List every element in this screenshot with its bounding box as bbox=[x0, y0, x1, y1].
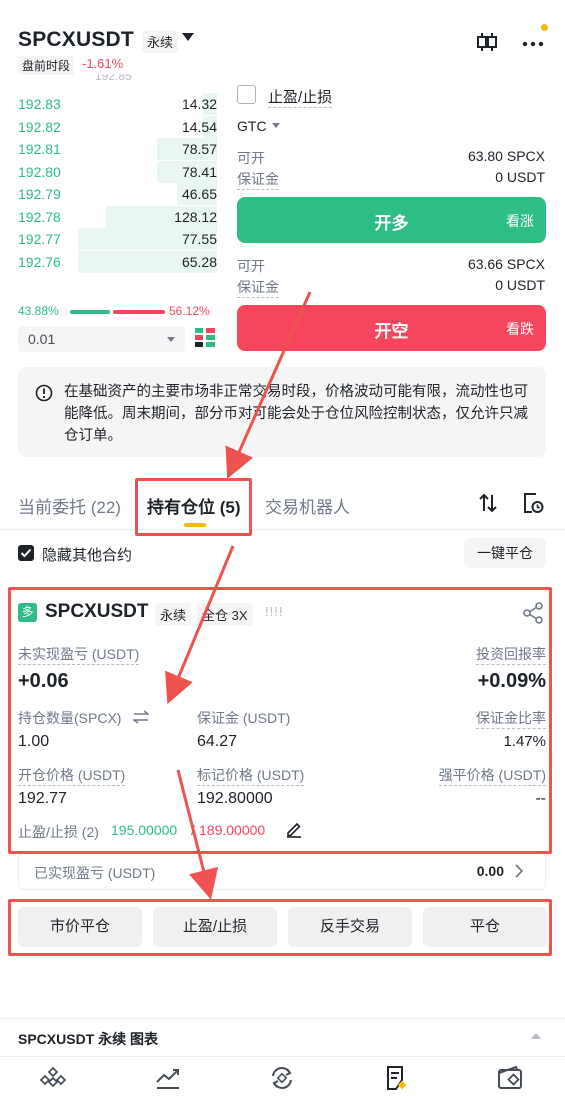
divider bbox=[0, 1056, 565, 1057]
more-options-icon[interactable] bbox=[521, 32, 545, 52]
orderbook-price: 192.77 bbox=[18, 231, 61, 247]
short-margin-label: 保证金 bbox=[237, 277, 279, 298]
chevron-right-icon bbox=[515, 864, 524, 878]
open-long-button[interactable]: 开多 看涨 bbox=[237, 197, 546, 243]
orderbook-price: 192.83 bbox=[18, 96, 61, 112]
orderbook-quantity: 65.28 bbox=[181, 253, 217, 270]
annotation-box-action-buttons bbox=[8, 899, 552, 956]
trade-icon[interactable] bbox=[268, 1064, 296, 1092]
close-all-button[interactable]: 一键平仓 bbox=[464, 538, 546, 568]
long-margin-value: 0 USDT bbox=[495, 169, 545, 185]
chevron-down-icon bbox=[272, 123, 280, 128]
tab-open-orders[interactable]: 当前委托 (22) bbox=[18, 493, 121, 518]
candlestick-chart-icon[interactable] bbox=[476, 32, 498, 52]
orderbook-quantity: 14.54 bbox=[181, 118, 217, 135]
tpsl-label: 止盈/止损 bbox=[268, 86, 333, 108]
orderbook-price: 192.82 bbox=[18, 118, 61, 135]
symbol-title[interactable]: SPCXUSDT bbox=[18, 28, 134, 52]
hide-other-contracts-label: 隐藏其他合约 bbox=[42, 547, 133, 564]
session-badge: 盘前时段 bbox=[18, 56, 75, 75]
buy-ratio: 43.88% bbox=[18, 304, 59, 318]
open-long-label: 开多 bbox=[374, 214, 409, 233]
contract-type-badge: 永续 bbox=[142, 30, 179, 53]
sort-icon[interactable] bbox=[477, 492, 499, 514]
orderbook-quantity: 77.55 bbox=[181, 231, 217, 247]
orderbook-layout-icon[interactable] bbox=[194, 327, 216, 349]
hide-other-contracts-checkbox[interactable] bbox=[18, 545, 34, 561]
info-icon bbox=[35, 384, 53, 402]
open-short-label: 开空 bbox=[374, 322, 409, 341]
tpsl-checkbox[interactable] bbox=[237, 85, 256, 104]
orderbook-row[interactable]: 192.76 65.28 bbox=[18, 249, 217, 275]
open-short-button[interactable]: 开空 看跌 bbox=[237, 305, 546, 351]
time-in-force-select[interactable]: GTC bbox=[237, 118, 267, 134]
tab-trading-bots[interactable]: 交易机器人 bbox=[265, 493, 350, 518]
chevron-up-icon[interactable] bbox=[531, 1033, 541, 1039]
short-margin-value: 0 USDT bbox=[495, 277, 545, 293]
orderbook-cut-price: 192.85 bbox=[95, 74, 132, 83]
chart-toggle-label[interactable]: SPCXUSDT 永续 图表 bbox=[18, 1029, 158, 1049]
realized-pnl-value: 0.00 bbox=[476, 863, 504, 879]
sell-ratio: 56.12% bbox=[169, 304, 210, 318]
notification-dot bbox=[541, 24, 548, 31]
markets-icon[interactable] bbox=[154, 1064, 182, 1092]
orderbook-quantity: 78.41 bbox=[181, 163, 217, 180]
orderbook-quantity: 78.57 bbox=[181, 141, 217, 157]
home-icon[interactable] bbox=[39, 1064, 67, 1092]
orderbook-price: 192.81 bbox=[18, 141, 61, 157]
order-history-icon[interactable] bbox=[522, 492, 544, 514]
futures-icon[interactable] bbox=[382, 1064, 410, 1092]
orderbook-price: 192.76 bbox=[18, 253, 61, 270]
orderbook-price: 192.78 bbox=[18, 208, 61, 225]
orderbook-price: 192.79 bbox=[18, 186, 61, 202]
annotation-box-position-card bbox=[8, 587, 552, 854]
bullish-label: 看涨 bbox=[506, 213, 534, 229]
long-available-label: 可开 bbox=[237, 150, 265, 166]
symbol-dropdown-icon[interactable] bbox=[182, 33, 194, 41]
long-margin-label: 保证金 bbox=[237, 169, 279, 190]
chevron-down-icon bbox=[167, 337, 175, 342]
orderbook-quantity: 46.65 bbox=[181, 186, 217, 202]
price-change: -1.61% bbox=[82, 56, 124, 71]
buy-ratio-bar bbox=[70, 310, 110, 314]
orderbook-price: 192.80 bbox=[18, 163, 61, 180]
short-available-label: 可开 bbox=[237, 258, 265, 274]
annotation-box-positions-tab bbox=[135, 478, 252, 536]
orderbook-quantity: 14.32 bbox=[181, 96, 217, 112]
sell-ratio-bar bbox=[113, 310, 165, 314]
precision-value: 0.01 bbox=[28, 331, 56, 347]
bearish-label: 看跌 bbox=[506, 321, 534, 337]
wallet-icon[interactable] bbox=[496, 1064, 524, 1092]
short-available-value: 63.66 SPCX bbox=[467, 256, 545, 272]
divider bbox=[0, 529, 565, 530]
realized-pnl-label: 已实现盈亏 (USDT) bbox=[34, 865, 156, 881]
divider bbox=[0, 1018, 565, 1019]
notice-text: 在基础资产的主要市场非正常交易时段，价格波动可能有限，流动性也可能降低。周末期间… bbox=[64, 384, 528, 444]
long-available-value: 63.80 SPCX bbox=[467, 148, 545, 164]
orderbook-quantity: 128.12 bbox=[174, 208, 217, 225]
